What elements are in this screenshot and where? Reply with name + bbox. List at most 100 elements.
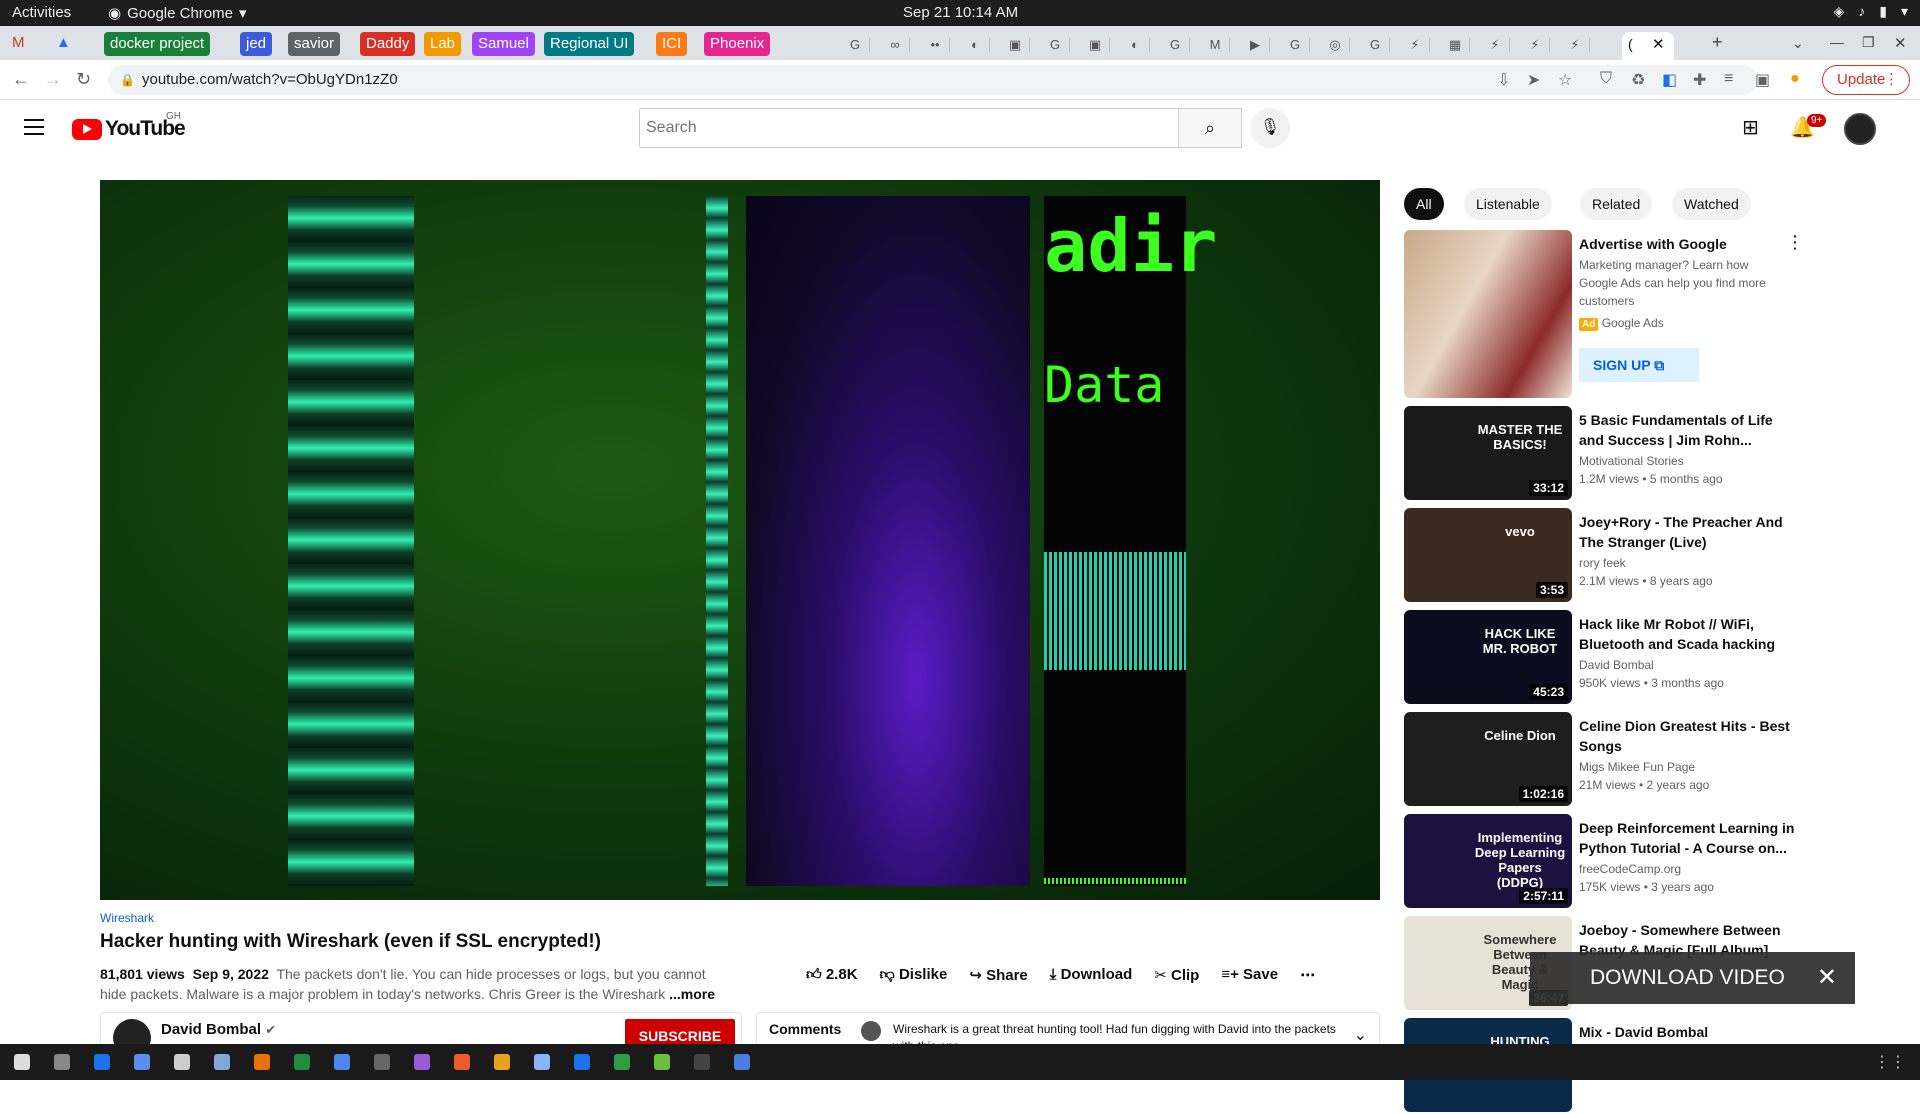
taskbar-app-icon[interactable] xyxy=(334,1054,350,1070)
browser-tab[interactable]: G xyxy=(1360,34,1390,56)
browser-tab[interactable]: ∞ xyxy=(880,34,910,56)
back-icon[interactable]: ← xyxy=(12,69,30,90)
browser-tab[interactable]: ▦ xyxy=(1440,34,1470,56)
taskbar-app-icon[interactable] xyxy=(454,1054,470,1070)
related-video-card[interactable]: HACK LIKE MR. ROBOT 45:23 Hack like Mr Rob… xyxy=(1404,610,1884,706)
related-video-card[interactable]: Implementing Deep Learning Papers (DDPG)… xyxy=(1404,814,1884,910)
filter-chip[interactable]: All xyxy=(1404,188,1444,220)
browser-tab[interactable]: ⚡ xyxy=(1560,34,1590,56)
omnibox[interactable]: 🔒 youtube.com/watch?v=ObUgYDn1zZ0 xyxy=(108,65,1758,95)
browser-tab[interactable]: G xyxy=(840,34,870,56)
browser-tab[interactable]: ◐ xyxy=(960,34,990,56)
browser-tab[interactable]: ⚡ xyxy=(1400,34,1430,56)
filter-chip[interactable]: Listenable xyxy=(1464,188,1552,220)
bookmark-tab[interactable]: jed xyxy=(240,32,273,56)
account-avatar[interactable] xyxy=(1844,113,1876,145)
related-video-card[interactable]: Celine Dion 1:02:16 Celine Dion Greatest H… xyxy=(1404,712,1884,808)
close-tab-icon[interactable]: ✕ xyxy=(1652,35,1665,53)
active-tab[interactable]: ( ✕ xyxy=(1622,32,1674,60)
reload-icon[interactable]: ↻ xyxy=(76,69,91,90)
taskbar-app-icon[interactable] xyxy=(214,1054,230,1070)
lock-icon[interactable]: 🔒 xyxy=(120,65,135,95)
create-video-icon[interactable]: ⊞ xyxy=(1742,115,1759,140)
video-thumbnail[interactable]: Implementing Deep Learning Papers (DDPG)… xyxy=(1404,814,1572,908)
clip-button[interactable]: ✂ Clip xyxy=(1154,966,1199,984)
taskbar-app-icon[interactable] xyxy=(414,1054,430,1070)
browser-tab[interactable]: M xyxy=(1200,34,1230,56)
video-thumbnail[interactable]: Celine Dion 1:02:16 xyxy=(1404,712,1572,806)
browser-tab[interactable]: ▣ xyxy=(1080,34,1110,56)
browser-tab[interactable]: ◎ xyxy=(1320,34,1350,56)
extension-icon[interactable]: ♻ xyxy=(1631,70,1645,90)
chevron-down-icon[interactable]: ⌄ xyxy=(1354,1025,1367,1045)
app-menu[interactable]: ◉ Google Chrome ▾ xyxy=(108,4,247,23)
sign-up-button[interactable]: SIGN UP ⧉ xyxy=(1579,348,1699,382)
taskbar-app-icon[interactable] xyxy=(654,1054,670,1070)
bookmark-tab[interactable]: savior xyxy=(288,32,341,56)
taskbar-app-icon[interactable] xyxy=(694,1054,710,1070)
minimize-icon[interactable]: — xyxy=(1830,34,1844,50)
extension-badge-icon[interactable]: ◧ xyxy=(1662,70,1677,90)
taskbar-app-icon[interactable] xyxy=(294,1054,310,1070)
related-video-card[interactable]: vevo 3:53 Joey+Rory - The Preacher And The… xyxy=(1404,508,1884,604)
browser-tab[interactable]: •• xyxy=(920,34,950,56)
profile-icon[interactable]: ● xyxy=(1790,70,1800,88)
bookmark-tab[interactable]: Daddy xyxy=(360,32,416,56)
search-input[interactable] xyxy=(639,108,1179,148)
browser-tab[interactable]: ▶ xyxy=(1240,34,1270,56)
browser-tab[interactable]: G xyxy=(1040,34,1070,56)
video-player[interactable]: adir Data xyxy=(100,180,1380,900)
ad-card[interactable]: Advertise with Google Marketing manager?… xyxy=(1404,230,1884,400)
install-icon[interactable]: ⇩ xyxy=(1497,70,1510,90)
send-icon[interactable]: ➤ xyxy=(1527,70,1540,90)
share-button[interactable]: ↪ Share xyxy=(969,966,1027,984)
taskbar-app-icon[interactable] xyxy=(254,1054,270,1070)
bookmark-tab[interactable]: Phoenix xyxy=(704,32,771,56)
save-button[interactable]: ≡+ Save xyxy=(1221,966,1278,984)
browser-tab[interactable]: G xyxy=(1280,34,1310,56)
bookmark-tab[interactable]: ICI xyxy=(656,32,688,56)
bookmark-tab[interactable]: Regional UI xyxy=(544,32,635,56)
channel-name[interactable]: David Bombal ✔ xyxy=(161,1021,276,1038)
download-button[interactable]: ⤓ Download xyxy=(1050,966,1132,984)
video-thumbnail[interactable]: HACK LIKE MR. ROBOT 45:23 xyxy=(1404,610,1572,704)
taskbar-app-icon[interactable] xyxy=(134,1054,150,1070)
side-panel-icon[interactable]: ▣ xyxy=(1755,70,1770,90)
more-actions-icon[interactable]: ⋯ xyxy=(1300,966,1315,984)
update-button[interactable]: Update ⋮ xyxy=(1822,65,1910,95)
taskbar-app-icon[interactable] xyxy=(494,1054,510,1070)
show-more-link[interactable]: ...more xyxy=(669,986,715,1002)
like-button[interactable]: 👍︎ 2.8K xyxy=(806,966,858,984)
voice-search-button[interactable]: 🎙 xyxy=(1250,108,1290,148)
puzzle-icon[interactable]: ✚ xyxy=(1693,70,1706,90)
hamburger-menu-icon[interactable] xyxy=(24,119,44,140)
bookmark-star-icon[interactable]: ☆ xyxy=(1558,70,1572,90)
video-hashtag[interactable]: Wireshark xyxy=(100,911,154,925)
taskbar-app-icon[interactable] xyxy=(574,1054,590,1070)
shield-icon[interactable]: ⛉ xyxy=(1600,70,1612,88)
gmail-icon[interactable]: M xyxy=(12,34,25,51)
taskbar-app-icon[interactable] xyxy=(534,1054,550,1070)
activities-button[interactable]: Activities xyxy=(12,4,71,21)
browser-tab[interactable]: G xyxy=(1160,34,1190,56)
taskbar-app-icon[interactable] xyxy=(614,1054,630,1070)
browser-tab[interactable]: ⚡ xyxy=(1520,34,1550,56)
drive-icon[interactable]: ▲ xyxy=(56,34,71,51)
search-button[interactable]: ⌕ xyxy=(1178,108,1242,148)
video-thumbnail[interactable]: vevo 3:53 xyxy=(1404,508,1572,602)
clock[interactable]: Sep 21 10:14 AM xyxy=(903,4,1018,21)
kebab-menu-icon[interactable]: ⋮ xyxy=(1786,232,1804,253)
bookmark-tab[interactable]: Lab xyxy=(424,32,462,56)
tab-search-icon[interactable]: ⌄ xyxy=(1792,35,1804,52)
taskbar-app-icon[interactable] xyxy=(734,1054,750,1070)
browser-tab[interactable]: ◐ xyxy=(1120,34,1150,56)
restore-icon[interactable]: ❐ xyxy=(1862,34,1875,51)
taskbar-app-icon[interactable] xyxy=(14,1054,30,1070)
forward-icon[interactable]: → xyxy=(44,69,62,90)
filter-chip[interactable]: Watched xyxy=(1672,188,1751,220)
related-video-card[interactable]: MASTER THE BASICS! 33:12 5 Basic Fundament… xyxy=(1404,406,1884,502)
browser-tab[interactable]: ⚡ xyxy=(1480,34,1510,56)
video-thumbnail[interactable]: MASTER THE BASICS! 33:12 xyxy=(1404,406,1572,500)
app-grid-icon[interactable]: ⋮⋮ xyxy=(1874,1052,1906,1072)
reading-list-icon[interactable]: ≡ xyxy=(1724,70,1733,88)
